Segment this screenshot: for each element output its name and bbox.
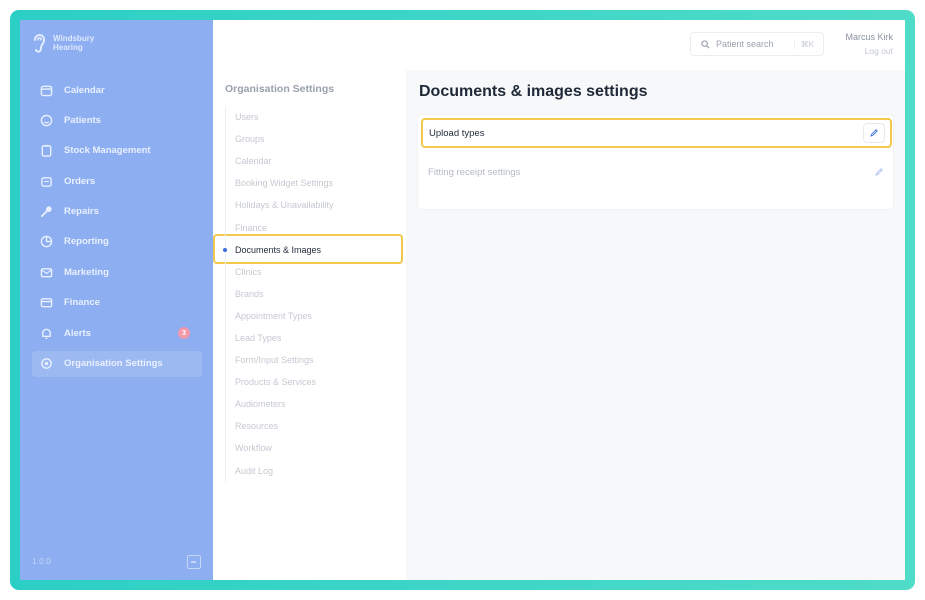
sidebar-item-label: Finance <box>64 297 100 309</box>
wrench-icon <box>40 205 53 218</box>
sidebar-item-finance[interactable]: Finance <box>32 290 202 316</box>
main-nav: Calendar Patients Stock Management Order… <box>32 77 202 381</box>
ear-logo-icon <box>34 34 46 53</box>
patient-search-button[interactable]: Patient search ⌘K <box>690 32 824 56</box>
alerts-count-badge: 3 <box>178 327 190 340</box>
settings-item-clinics[interactable]: Clinics <box>226 261 334 283</box>
sidebar-item-alerts[interactable]: Alerts 3 <box>32 320 202 346</box>
sidebar-item-label: Orders <box>64 175 96 187</box>
settings-item-groups[interactable]: Groups <box>226 128 334 150</box>
sidebar-item-stock-management[interactable]: Stock Management <box>32 138 202 164</box>
pencil-icon <box>875 168 883 176</box>
clipboard-icon <box>40 144 53 158</box>
brand-line-2: Hearing <box>53 43 83 52</box>
brand-logo[interactable]: Windsbury Hearing <box>30 30 94 56</box>
settings-row-upload-types[interactable]: Upload types <box>421 118 892 148</box>
brand-name: Windsbury Hearing <box>53 34 94 52</box>
sidebar-item-marketing[interactable]: Marketing <box>32 259 202 285</box>
gear-icon <box>40 357 53 370</box>
edit-upload-types-button[interactable] <box>863 123 885 143</box>
sidebar-item-label: Calendar <box>64 84 105 96</box>
sidebar-item-organisation-settings[interactable]: Organisation Settings <box>32 350 202 377</box>
sidebar-item-label: Marketing <box>64 266 109 278</box>
settings-item-documents-images[interactable]: Documents & Images <box>223 239 334 261</box>
app-window: Windsbury Hearing Calendar Patients Stoc… <box>20 20 905 580</box>
settings-row-fitting-receipt[interactable]: Fitting receipt settings <box>418 157 895 187</box>
logout-link[interactable]: Log out <box>865 46 893 56</box>
sidebar-item-label: Repairs <box>64 206 99 218</box>
sidebar-item-calendar[interactable]: Calendar <box>32 77 202 103</box>
row-label: Upload types <box>429 127 485 139</box>
sidebar-item-label: Organisation Settings <box>64 358 163 370</box>
search-label: Patient search <box>716 39 774 49</box>
settings-item-label: Documents & Images <box>235 244 322 255</box>
sidebar-item-orders[interactable]: Orders <box>32 168 202 194</box>
sidebar-item-label: Alerts <box>64 327 91 339</box>
sidebar-item-label: Reporting <box>64 236 109 248</box>
settings-item-users[interactable]: Users <box>226 106 334 128</box>
search-shortcut: ⌘K <box>793 39 814 49</box>
sidebar-item-label: Stock Management <box>64 145 151 157</box>
settings-card: Upload types Fitting receipt settings <box>417 114 894 210</box>
credit-card-icon <box>40 296 53 309</box>
settings-item-audiometers[interactable]: Audiometers <box>226 393 334 415</box>
active-indicator-dot <box>223 247 227 252</box>
settings-item-audit-log[interactable]: Audit Log <box>226 460 334 482</box>
sidebar: Windsbury Hearing Calendar Patients Stoc… <box>20 20 213 580</box>
sidebar-item-repairs[interactable]: Repairs <box>32 199 202 225</box>
settings-nav-title: Organisation Settings <box>225 83 335 95</box>
smile-icon <box>40 114 53 127</box>
sidebar-item-label: Patients <box>64 114 101 126</box>
search-icon <box>701 39 710 49</box>
settings-item-appointment-types[interactable]: Appointment Types <box>226 305 334 327</box>
pie-chart-icon <box>40 235 53 248</box>
sidebar-item-patients[interactable]: Patients <box>32 107 202 133</box>
settings-item-workflow[interactable]: Workflow <box>226 437 334 459</box>
app-version: 1.0.0 <box>32 556 51 566</box>
main-content: Documents & images settings Upload types… <box>406 70 905 580</box>
row-label: Fitting receipt settings <box>428 166 521 178</box>
page-title: Documents & images settings <box>419 83 648 100</box>
settings-item-products-services[interactable]: Products & Services <box>226 371 334 393</box>
mail-icon <box>40 266 53 279</box>
settings-item-calendar[interactable]: Calendar <box>226 150 334 172</box>
user-name: Marcus Kirk <box>845 32 893 42</box>
settings-item-finance[interactable]: Finance <box>226 216 334 238</box>
brand-line-1: Windsbury <box>53 34 95 43</box>
settings-item-lead-types[interactable]: Lead Types <box>226 327 334 349</box>
settings-item-holidays[interactable]: Holidays & Unavailability <box>226 194 334 216</box>
settings-item-booking-widget[interactable]: Booking Widget Settings <box>226 172 334 194</box>
collapse-sidebar-icon[interactable] <box>187 555 201 569</box>
edit-fitting-receipt-button[interactable] <box>868 162 890 182</box>
bell-icon <box>40 327 53 340</box>
sidebar-item-reporting[interactable]: Reporting <box>32 229 202 255</box>
cart-icon <box>40 175 53 188</box>
settings-nav: Organisation Settings Users Groups Calen… <box>213 70 406 580</box>
topbar: Patient search ⌘K Marcus Kirk Log out <box>213 20 905 70</box>
calendar-icon <box>40 84 53 97</box>
settings-item-form-input[interactable]: Form/Input Settings <box>226 349 334 371</box>
settings-item-brands[interactable]: Brands <box>226 283 334 305</box>
settings-item-resources[interactable]: Resources <box>226 415 334 437</box>
pencil-icon <box>870 129 878 137</box>
settings-nav-list: Users Groups Calendar Booking Widget Set… <box>223 106 334 482</box>
